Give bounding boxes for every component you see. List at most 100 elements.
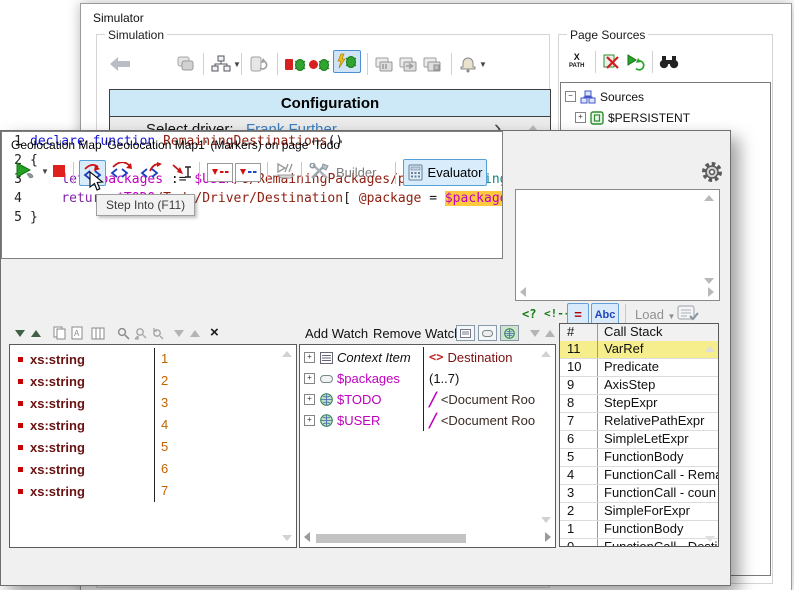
global-view-toggle[interactable] <box>500 325 519 341</box>
result-pane[interactable] <box>515 189 720 301</box>
callstack-row[interactable]: 11VarRef <box>560 341 718 359</box>
scroll-up-icon[interactable] <box>282 351 292 357</box>
scroll-up-icon[interactable] <box>541 351 551 357</box>
break-debugger-button[interactable] <box>309 52 331 76</box>
result-row[interactable]: xs:string4 <box>10 414 296 436</box>
watch-value-text: Destination <box>447 347 512 368</box>
callstack-row[interactable]: 2SimpleForExpr <box>560 503 718 521</box>
prev-result-icon[interactable] <box>31 330 41 337</box>
pages-icon-button[interactable] <box>176 52 196 76</box>
callstack-row[interactable]: 7RelativePathExpr <box>560 413 718 431</box>
scroll-right-icon[interactable] <box>545 532 551 542</box>
watch-value: (1..7) <box>423 368 555 389</box>
search-icon[interactable] <box>117 327 130 340</box>
scroll-up-icon[interactable] <box>705 346 715 352</box>
next-result-icon[interactable] <box>15 330 25 337</box>
watch-panel[interactable]: +Context Item<>Destination+$packages(1..… <box>299 344 556 548</box>
snapshot-save-button[interactable] <box>423 52 443 76</box>
scroll-right-icon[interactable] <box>708 287 714 297</box>
expand-icon[interactable]: + <box>575 112 586 123</box>
watch-row[interactable]: +Context Item<>Destination <box>300 347 555 368</box>
run-to-cursor-button[interactable] <box>171 162 193 180</box>
page-structure-button[interactable]: ▼ <box>211 52 241 76</box>
sequence-results-panel[interactable]: xs:string1xs:string2xs:string3xs:string4… <box>9 344 297 548</box>
callstack-row[interactable]: 3FunctionCall - coun <box>560 485 718 503</box>
text-view-toggle[interactable] <box>456 325 475 341</box>
scroll-left-icon[interactable] <box>304 532 310 542</box>
add-watch-button[interactable]: Add Watch <box>305 326 368 341</box>
move-up-icon[interactable] <box>190 330 200 337</box>
expand-icon[interactable]: + <box>304 394 315 405</box>
copy-all-icon[interactable]: A <box>71 326 84 340</box>
insert-tracepoint-button[interactable] <box>235 163 261 182</box>
step-over-button[interactable] <box>110 162 133 180</box>
watch-row[interactable]: +$TODO╱<Document Roo <box>300 389 555 410</box>
result-row[interactable]: xs:string1 <box>10 348 296 370</box>
scroll-down-icon[interactable] <box>541 517 551 523</box>
move-up-icon[interactable] <box>545 330 555 337</box>
scroll-down-icon[interactable] <box>282 535 292 541</box>
expand-icon[interactable]: + <box>304 415 315 426</box>
scroll-up-icon[interactable] <box>704 195 714 201</box>
columns-icon[interactable] <box>91 327 105 340</box>
scroll-down-icon[interactable] <box>704 278 714 284</box>
debug-mode-toggle-button[interactable] <box>333 50 361 73</box>
start-debugging-button[interactable]: ▼ <box>15 161 49 181</box>
scroll-down-icon[interactable] <box>705 536 715 542</box>
trace-button[interactable] <box>275 162 297 180</box>
back-button[interactable] <box>109 52 131 76</box>
stop-button[interactable] <box>53 165 65 177</box>
find-button[interactable] <box>659 50 679 74</box>
watch-row[interactable]: +$packages(1..7) <box>300 368 555 389</box>
result-row[interactable]: xs:string2 <box>10 370 296 392</box>
expand-icon[interactable]: + <box>304 352 315 363</box>
watch-row[interactable]: +$USER╱<Document Roo <box>300 410 555 431</box>
callstack-row[interactable]: 8StepExpr <box>560 395 718 413</box>
tree-item[interactable]: +$PERSISTENT <box>575 108 690 127</box>
search-prev-icon[interactable] <box>134 327 147 340</box>
reload-device-button[interactable] <box>249 52 269 76</box>
callstack-panel[interactable]: 11VarRef10Predicate9AxisStep8StepExpr7Re… <box>559 341 719 547</box>
result-row[interactable]: xs:string3 <box>10 392 296 414</box>
copy-icon[interactable] <box>53 326 66 340</box>
callstack-row[interactable]: 0FunctionCall - Desti <box>560 539 718 547</box>
callstack-row[interactable]: 5FunctionBody <box>560 449 718 467</box>
expand-icon[interactable]: + <box>304 373 315 384</box>
callstack-row[interactable]: 1FunctionBody <box>560 521 718 539</box>
search-next-icon[interactable] <box>151 327 164 340</box>
code-line[interactable]: 5} <box>2 208 502 227</box>
remove-watch-button[interactable]: Remove Watch <box>373 326 461 341</box>
reload-source-button[interactable] <box>626 50 646 74</box>
tree-item[interactable]: −Sources <box>565 87 644 106</box>
evaluator-button[interactable]: Evaluator <box>403 159 487 186</box>
result-row[interactable]: xs:string5 <box>10 436 296 458</box>
load-button[interactable]: Load ▼ <box>635 307 675 322</box>
settings-button[interactable] <box>700 160 724 184</box>
callstack-row[interactable]: 6SimpleLetExpr <box>560 431 718 449</box>
remove-source-button[interactable] <box>602 50 620 74</box>
move-down-icon[interactable] <box>174 330 184 337</box>
scroll-left-icon[interactable] <box>520 287 526 297</box>
xpath-watch-button[interactable]: XPATH <box>569 50 584 74</box>
callstack-row[interactable]: 9AxisStep <box>560 377 718 395</box>
result-row[interactable]: xs:string7 <box>10 480 296 502</box>
pill-icon <box>320 375 333 383</box>
move-down-icon[interactable] <box>530 330 540 337</box>
clear-icon[interactable]: × <box>210 326 219 340</box>
hscrollbar-thumb[interactable] <box>316 534 466 543</box>
code-line[interactable]: 4 return $TODO/Todo/Driver/Destination[ … <box>2 189 502 208</box>
insert-breakpoint-button[interactable] <box>207 163 233 182</box>
xml-declaration-toggle[interactable]: <? <box>522 307 536 321</box>
value-view-toggle[interactable] <box>478 325 497 341</box>
breakpoint-blue-icon <box>238 167 258 178</box>
result-row[interactable]: xs:string6 <box>10 458 296 480</box>
snapshot-pause-button[interactable] <box>375 52 395 76</box>
stop-debugger-button[interactable] <box>285 52 307 76</box>
collapse-icon[interactable]: − <box>565 91 576 102</box>
snapshot-forward-button[interactable] <box>399 52 419 76</box>
step-out-button[interactable] <box>140 162 163 180</box>
notifications-button[interactable]: ▼ <box>459 52 487 76</box>
builder-button[interactable]: Builder <box>309 160 376 184</box>
callstack-row[interactable]: 4FunctionCall - Rema <box>560 467 718 485</box>
callstack-row[interactable]: 10Predicate <box>560 359 718 377</box>
